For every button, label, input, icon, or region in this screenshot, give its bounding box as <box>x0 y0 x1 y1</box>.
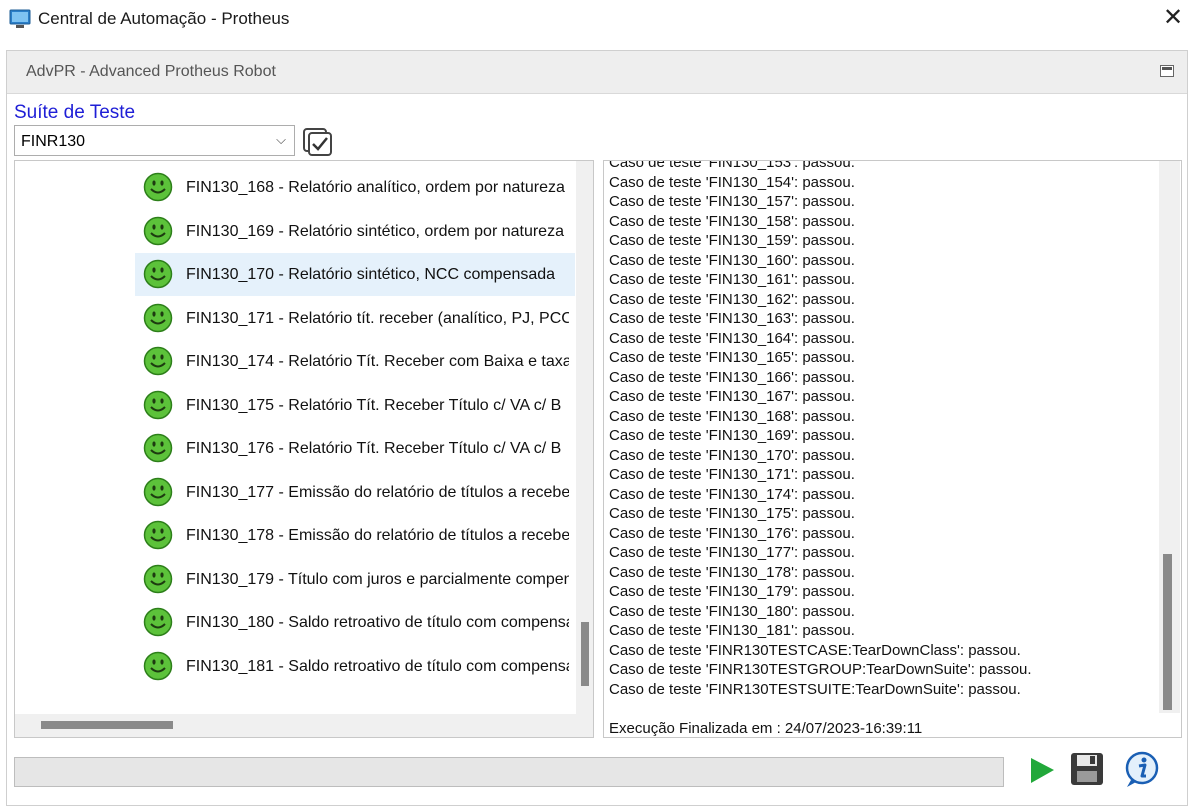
log-line: Caso de teste 'FIN130_175': passou. <box>609 505 855 522</box>
play-icon[interactable] <box>1022 750 1062 790</box>
log-line: Caso de teste 'FIN130_169': passou. <box>609 427 855 444</box>
log-line: Caso de teste 'FIN130_179': passou. <box>609 583 855 600</box>
smiley-icon <box>143 520 173 550</box>
tree-item-label: FIN130_175 - Relatório Tít. Receber Títu… <box>186 396 562 414</box>
smiley-icon <box>143 259 173 289</box>
log-line: Caso de teste 'FIN130_170': passou. <box>609 446 855 464</box>
tree-item-label: FIN130_169 - Relatório sintético, ordem … <box>186 222 564 240</box>
tree-item[interactable]: FIN130_180 - Saldo retroativo de título … <box>135 601 575 644</box>
progress-bar <box>14 757 1004 787</box>
smiley-icon <box>143 477 173 506</box>
log-line: Caso de teste 'FIN130_162': passou. <box>609 290 855 308</box>
panel-title: AdvPR - Advanced Protheus Robot <box>26 63 276 80</box>
tree-item[interactable]: FIN130_171 - Relatório tít. receber (ana… <box>135 297 575 340</box>
tree-item-label: FIN130_181 - Saldo retroativo de título … <box>186 657 569 675</box>
close-button[interactable]: ✕ <box>1160 6 1186 32</box>
tree-item-label: FIN130_170 - Relatório sintético, NCC co… <box>186 266 556 283</box>
scrollbar-thumb[interactable] <box>581 622 589 686</box>
smiley-icon <box>143 390 173 419</box>
log-line: Caso de teste 'FINR130TESTGROUP:TearDown… <box>609 661 1032 678</box>
log-line: Caso de teste 'FIN130_153': passou. <box>609 160 855 171</box>
tree-item-label: FIN130_174 - Relatório Tít. Receber com … <box>186 353 569 370</box>
tree-item-label: FIN130_179 - Título com juros e parcialm… <box>186 570 569 588</box>
log-line: Caso de teste 'FIN130_176': passou. <box>609 524 855 542</box>
smiley-icon <box>143 303 173 332</box>
smiley-icon <box>143 346 173 376</box>
log-line: Caso de teste 'FINR130TESTSUITE:TearDown… <box>609 680 1021 698</box>
window-title: Central de Automação - Protheus <box>38 9 290 28</box>
tree-item-label: FIN130_177 - Emissão do relatório de tít… <box>186 483 569 501</box>
log-line: Caso de teste 'FIN130_154': passou. <box>609 173 855 191</box>
log-vertical-scrollbar[interactable] <box>1159 161 1180 713</box>
tree-item-label: FIN130_178 - Emissão do relatório de tít… <box>186 527 569 544</box>
panel-header: AdvPR - Advanced Protheus Robot <box>7 51 1187 94</box>
tree-item[interactable]: FIN130_179 - Título com juros e parcialm… <box>135 558 575 601</box>
test-tree: FIN130_168 - Relatório analítico, ordem … <box>14 160 594 738</box>
log-line: Caso de teste 'FIN130_166': passou. <box>609 368 855 386</box>
save-icon[interactable] <box>1068 750 1108 790</box>
title-bar: Central de Automação - Protheus ✕ <box>0 0 1192 40</box>
log-line: Caso de teste 'FIN130_180': passou. <box>609 602 855 620</box>
log-line: Caso de teste 'FIN130_161': passou. <box>609 271 855 288</box>
smiley-icon <box>143 607 173 637</box>
tree-vertical-scrollbar[interactable] <box>576 161 593 714</box>
log-line: Caso de teste 'FINR130TESTCASE:TearDownC… <box>609 641 1021 659</box>
suite-select-value: FINR130 <box>21 133 86 150</box>
log-line: Caso de teste 'FIN130_164': passou. <box>609 329 855 347</box>
log-line: Caso de teste 'FIN130_168': passou. <box>609 407 855 425</box>
tree-item-label: FIN130_176 - Relatório Tít. Receber Títu… <box>186 440 562 457</box>
log-line: Caso de teste 'FIN130_167': passou. <box>609 388 855 405</box>
log-output: Caso de teste 'FIN130_153': passou. Caso … <box>603 160 1182 738</box>
log-line: Caso de teste 'FIN130_160': passou. <box>609 251 855 269</box>
scrollbar-thumb[interactable] <box>41 721 173 729</box>
smiley-icon <box>143 433 173 463</box>
tree-item-label: FIN130_168 - Relatório analítico, ordem … <box>186 179 565 196</box>
log-line: Caso de teste 'FIN130_171': passou. <box>609 466 855 483</box>
log-line: Caso de teste 'FIN130_159': passou. <box>609 232 855 249</box>
suite-label: Suíte de Teste <box>14 102 136 123</box>
log-line: Caso de teste 'FIN130_158': passou. <box>609 212 855 230</box>
log-line: Caso de teste 'FIN130_177': passou. <box>609 544 855 561</box>
log-line: Caso de teste 'FIN130_165': passou. <box>609 349 855 366</box>
chevron-down-icon: ⌵ <box>276 132 286 147</box>
info-icon[interactable] <box>1122 750 1162 790</box>
smiley-icon <box>143 216 173 245</box>
minimize-icon[interactable] <box>1160 65 1174 77</box>
log-line: Caso de teste 'FIN130_157': passou. <box>609 193 855 210</box>
scrollbar-thumb[interactable] <box>1163 554 1172 710</box>
tree-item[interactable]: FIN130_175 - Relatório Tít. Receber Títu… <box>135 384 575 427</box>
tree-item-label: FIN130_180 - Saldo retroativo de título … <box>186 614 569 631</box>
tree-item[interactable]: FIN130_170 - Relatório sintético, NCC co… <box>135 253 575 296</box>
log-line: Execução Finalizada em : 24/07/2023-16:3… <box>609 719 923 737</box>
log-line: Caso de teste 'FIN130_174': passou. <box>609 485 855 503</box>
tree-item[interactable]: FIN130_169 - Relatório sintético, ordem … <box>135 210 575 253</box>
tree-item[interactable]: FIN130_174 - Relatório Tít. Receber com … <box>135 340 575 383</box>
tree-item[interactable]: FIN130_178 - Emissão do relatório de tít… <box>135 514 575 557</box>
checklist-icon[interactable] <box>302 127 334 157</box>
tree-item-label: FIN130_171 - Relatório tít. receber (ana… <box>186 309 569 327</box>
smiley-icon <box>143 564 173 593</box>
computer-icon <box>9 9 31 28</box>
suite-select[interactable]: FINR130 ⌵ <box>14 125 295 156</box>
tree-item[interactable]: FIN130_181 - Saldo retroativo de título … <box>135 645 575 688</box>
tree-horizontal-scrollbar[interactable] <box>15 714 593 737</box>
log-line: Caso de teste 'FIN130_178': passou. <box>609 563 855 581</box>
log-line: Caso de teste 'FIN130_163': passou. <box>609 310 855 327</box>
tree-item[interactable]: FIN130_168 - Relatório analítico, ordem … <box>135 166 575 209</box>
log-line: Caso de teste 'FIN130_181': passou. <box>609 622 855 639</box>
smiley-icon <box>143 172 173 202</box>
tree-item[interactable]: FIN130_176 - Relatório Tít. Receber Títu… <box>135 427 575 470</box>
smiley-icon <box>143 651 173 680</box>
tree-item[interactable]: FIN130_177 - Emissão do relatório de tít… <box>135 471 575 514</box>
